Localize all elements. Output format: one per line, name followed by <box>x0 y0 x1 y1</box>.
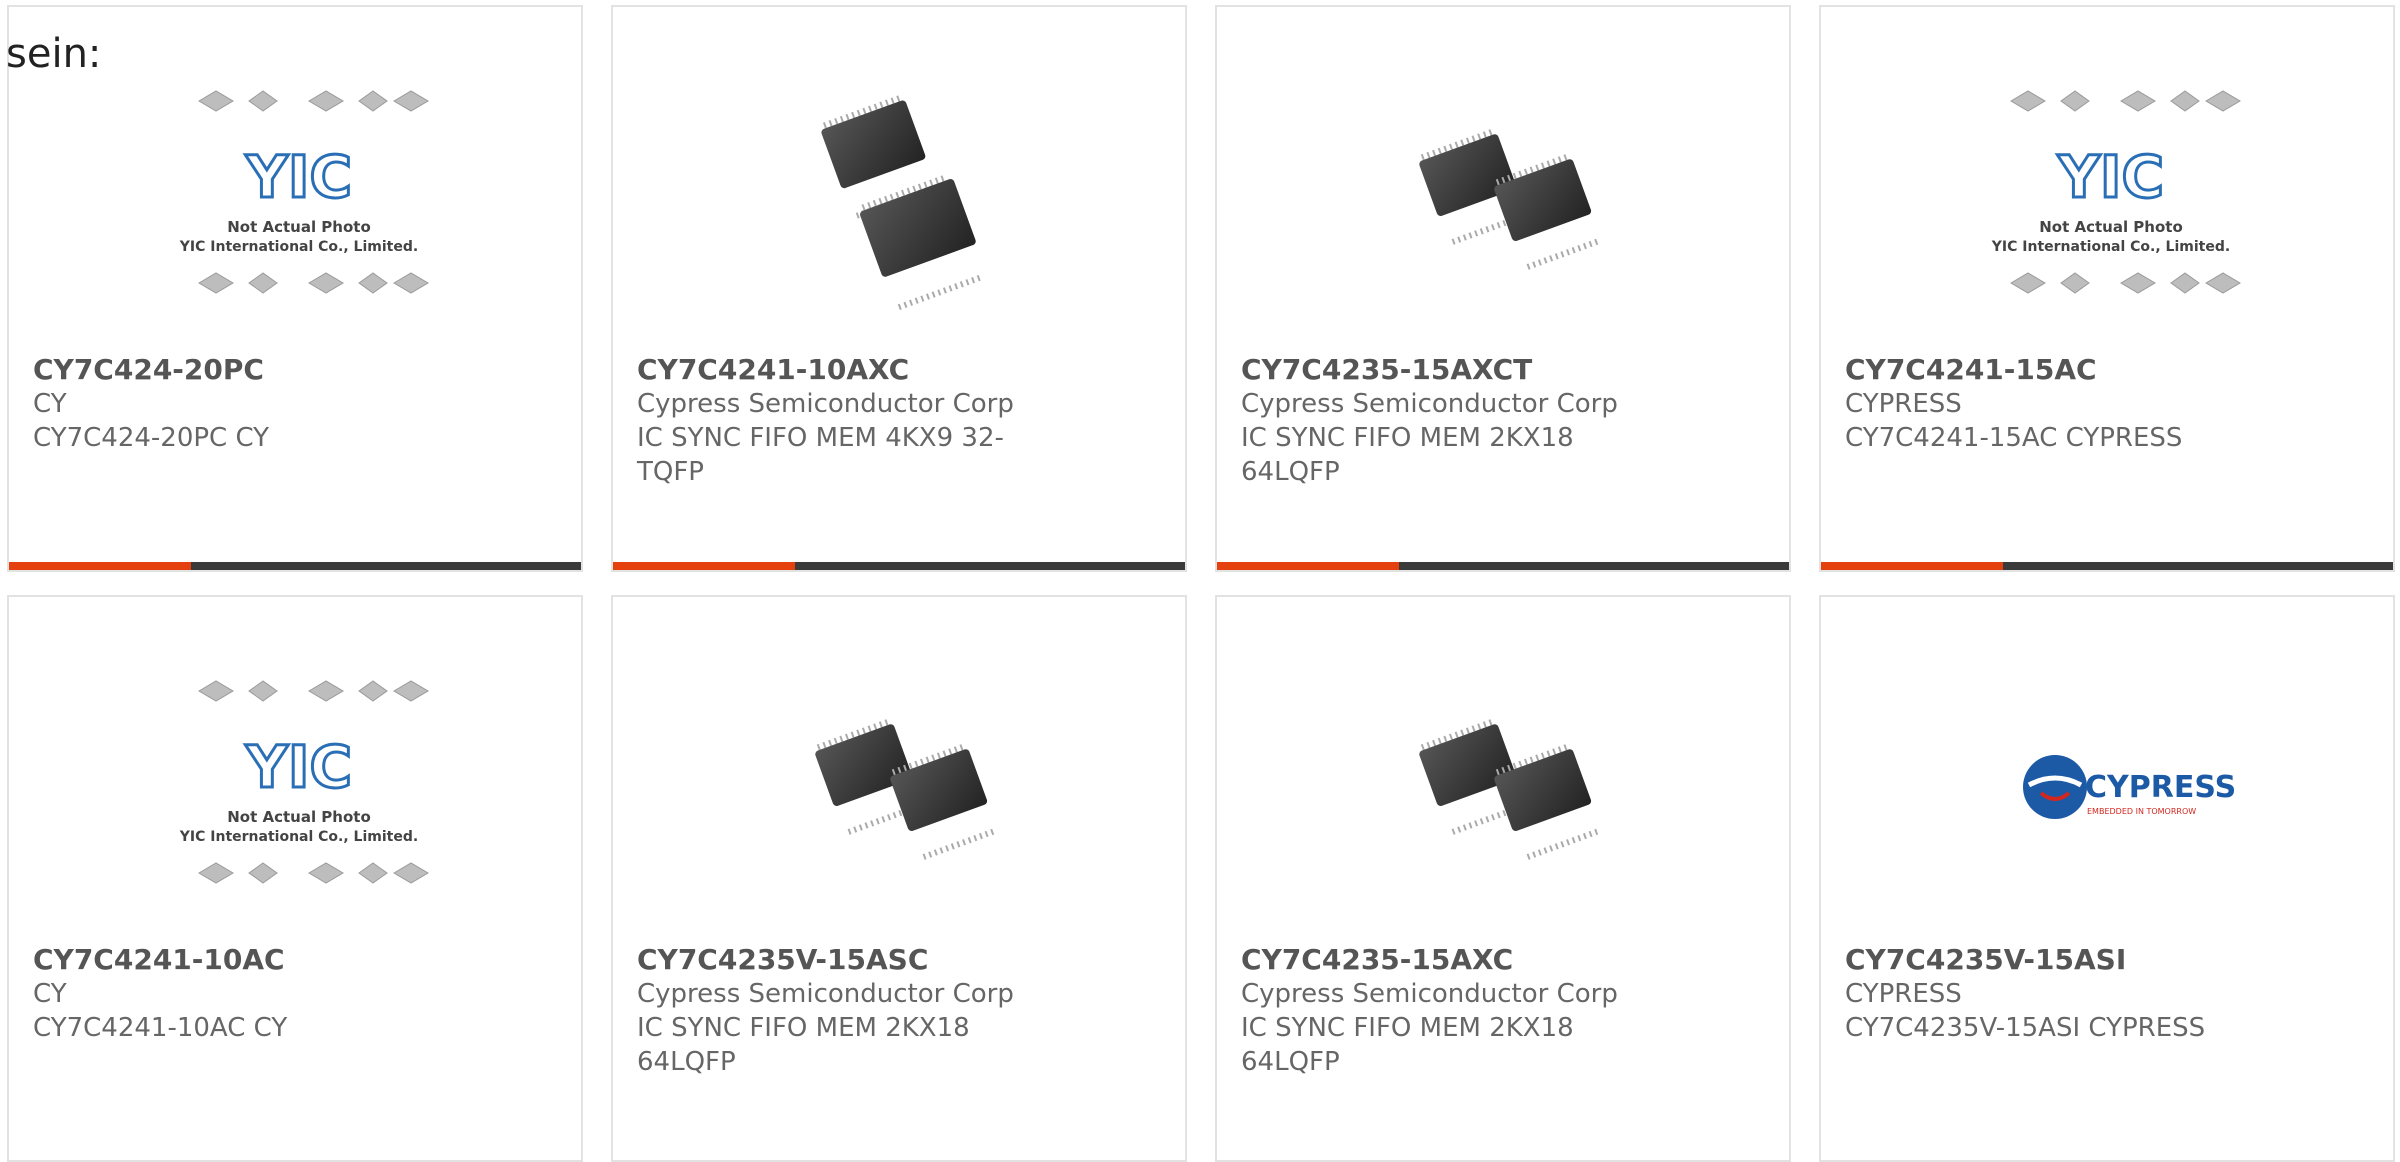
card-footer-accent <box>1821 562 2003 570</box>
placeholder-caption-2: YIC International Co., Limited. <box>179 239 418 255</box>
product-image[interactable]: CYPRESS EMBEDDED IN TOMORROW <box>1981 667 2241 907</box>
part-number-link[interactable]: CY7C4235V-15ASI <box>1845 943 2245 977</box>
product-image[interactable] <box>773 77 1033 317</box>
svg-text:YIC: YIC <box>245 733 352 801</box>
description: IC SYNC FIFO MEM 2KX18 64LQFP <box>1241 423 1574 487</box>
manufacturer: Cypress Semiconductor Corp <box>1241 979 1618 1009</box>
manufacturer: CY <box>33 389 67 419</box>
product-card[interactable]: CYPRESS EMBEDDED IN TOMORROW CY7C4235V-1… <box>1819 595 2395 1162</box>
product-image[interactable] <box>1377 77 1637 317</box>
lead-text: sein: <box>6 31 102 77</box>
product-card[interactable]: CY7C4235-15AXC Cypress Semiconductor Cor… <box>1215 595 1791 1162</box>
product-image[interactable] <box>1377 667 1637 907</box>
placeholder-caption-1: Not Actual Photo <box>2039 218 2183 236</box>
card-footer-bar <box>613 562 1185 570</box>
manufacturer: CYPRESS <box>1845 389 1962 419</box>
logo-tagline: EMBEDDED IN TOMORROW <box>2087 807 2196 816</box>
description: IC SYNC FIFO MEM 2KX18 64LQFP <box>1241 1013 1574 1077</box>
card-footer-accent <box>9 562 191 570</box>
manufacturer: Cypress Semiconductor Corp <box>637 979 1014 1009</box>
card-footer-accent <box>613 562 795 570</box>
product-card[interactable]: CY7C4241-10AXC Cypress Semiconductor Cor… <box>611 5 1187 572</box>
card-footer-bar <box>1217 562 1789 570</box>
description: CY7C424-20PC CY <box>33 423 270 453</box>
product-image[interactable] <box>773 667 1033 907</box>
part-number-link[interactable]: CY7C4241-15AC <box>1845 353 2245 387</box>
product-card[interactable]: CY7C4235-15AXCT Cypress Semiconductor Co… <box>1215 5 1791 572</box>
card-footer-bar <box>9 562 581 570</box>
part-number-link[interactable]: CY7C4235-15AXCT <box>1241 353 1641 387</box>
card-footer-accent <box>1217 562 1399 570</box>
part-number-link[interactable]: CY7C4235-15AXC <box>1241 943 1641 977</box>
placeholder-caption-1: Not Actual Photo <box>227 808 371 826</box>
svg-text:YIC: YIC <box>2057 143 2164 211</box>
part-number-link[interactable]: CY7C4235V-15ASC <box>637 943 1037 977</box>
placeholder-caption-2: YIC International Co., Limited. <box>1991 239 2230 255</box>
product-image[interactable]: YIC Not Actual Photo YIC International C… <box>169 77 429 317</box>
card-footer-bar <box>1821 562 2393 570</box>
manufacturer: CYPRESS <box>1845 979 1962 1009</box>
part-number-link[interactable]: CY7C4241-10AXC <box>637 353 1037 387</box>
product-image[interactable]: YIC Not Actual Photo YIC International C… <box>1981 77 2241 317</box>
part-number-link[interactable]: CY7C4241-10AC <box>33 943 433 977</box>
placeholder-caption-1: Not Actual Photo <box>227 218 371 236</box>
description: CY7C4241-10AC CY <box>33 1013 288 1043</box>
manufacturer: CY <box>33 979 67 1009</box>
svg-text:YIC: YIC <box>245 143 352 211</box>
description: IC SYNC FIFO MEM 2KX18 64LQFP <box>637 1013 970 1077</box>
manufacturer: Cypress Semiconductor Corp <box>1241 389 1618 419</box>
product-card[interactable]: YIC Not Actual Photo YIC International C… <box>1819 5 2395 572</box>
product-card[interactable]: YIC Not Actual Photo YIC International C… <box>7 5 583 572</box>
description: IC SYNC FIFO MEM 4KX9 32-TQFP <box>637 423 1004 487</box>
description: CY7C4241-15AC CYPRESS <box>1845 423 2183 453</box>
product-image[interactable]: YIC Not Actual Photo YIC International C… <box>169 667 429 907</box>
logo-brand: CYPRESS <box>2085 770 2236 805</box>
description: CY7C4235V-15ASI CYPRESS <box>1845 1013 2206 1043</box>
manufacturer: Cypress Semiconductor Corp <box>637 389 1014 419</box>
product-card[interactable]: CY7C4235V-15ASC Cypress Semiconductor Co… <box>611 595 1187 1162</box>
product-card[interactable]: YIC Not Actual Photo YIC International C… <box>7 595 583 1162</box>
part-number-link[interactable]: CY7C424-20PC <box>33 353 433 387</box>
placeholder-caption-2: YIC International Co., Limited. <box>179 829 418 845</box>
